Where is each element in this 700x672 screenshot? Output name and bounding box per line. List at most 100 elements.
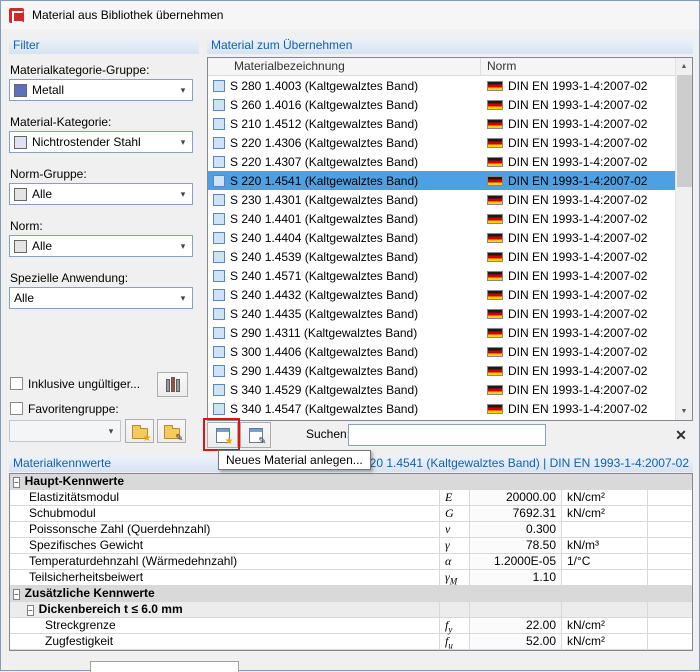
edit-material-icon: ✎ [248,427,267,446]
category-group-combobox[interactable]: Metall ▾ [9,79,193,101]
column-header-materialbezeichnung[interactable]: Materialbezeichnung [208,58,481,75]
material-row[interactable]: S 280 1.4003 (Kaltgewalztes Band) DIN EN … [208,76,675,95]
tooltip: Neues Material anlegen... [218,450,371,470]
chevron-down-icon[interactable]: ▾ [174,132,192,152]
material-name: S 220 1.4307 (Kaltgewalztes Band) [230,154,419,169]
property-value: 22.00 [470,618,562,633]
property-symbol: fu [440,634,470,650]
new-favorites-group-button[interactable]: ★ [125,419,154,443]
favorites-group-checkbox[interactable] [10,402,23,415]
material-color-icon [213,212,225,225]
material-row[interactable]: S 240 1.4404 (Kaltgewalztes Band) DIN EN … [208,228,675,247]
material-row[interactable]: S 220 1.4306 (Kaltgewalztes Band) DIN EN … [208,133,675,152]
material-name: S 210 1.4512 (Kaltgewalztes Band) [230,116,419,131]
material-row[interactable]: S 240 1.4539 (Kaltgewalztes Band) DIN EN … [208,247,675,266]
property-unit [562,570,648,585]
property-row[interactable]: Teilsicherheitsbeiwert γM 1.10 [10,570,692,586]
app-icon [9,7,24,23]
title-bar[interactable]: Material aus Bibliothek übernehmen [1,1,699,29]
germany-flag-icon [487,365,503,376]
material-row[interactable]: S 300 1.4406 (Kaltgewalztes Band) DIN EN … [208,342,675,361]
norm-combobox[interactable]: Alle ▾ [9,235,193,257]
property-row[interactable]: Temperaturdehnzahl (Wärmedehnzahl) α 1.200… [10,554,692,570]
material-norm: DIN EN 1993-1-4:2007-02 [508,173,648,188]
materials-scrollbar[interactable]: ▲ ▼ [675,58,692,420]
material-row[interactable]: S 240 1.4401 (Kaltgewalztes Band) DIN EN … [208,209,675,228]
material-color-icon [213,136,225,149]
material-row[interactable]: S 240 1.4432 (Kaltgewalztes Band) DIN EN … [208,285,675,304]
special-application-value: Alle [14,291,35,305]
property-row[interactable]: − Zusätzliche Kennwerte [10,586,692,602]
norm-group-combobox[interactable]: Alle ▾ [9,183,193,205]
material-row[interactable]: S 220 1.4541 (Kaltgewalztes Band) DIN EN … [208,171,675,190]
property-row[interactable]: − Dickenbereich t ≤ 6.0 mm [10,602,692,618]
chevron-down-icon[interactable]: ▾ [174,184,192,204]
property-row[interactable]: Elastizitätsmodul E 20000.00 kN/cm² [10,490,692,506]
invalid-materials-library-button[interactable] [157,372,188,397]
edit-material-button[interactable]: ✎ [240,422,271,448]
property-row[interactable]: − Haupt-Kennwerte [10,474,692,490]
materials-header-row: Materialbezeichnung Norm [208,58,675,76]
material-color-icon [213,250,225,263]
material-norm: DIN EN 1993-1-4:2007-02 [508,154,648,169]
material-norm: DIN EN 1993-1-4:2007-02 [508,192,648,207]
collapse-icon[interactable]: − [27,605,34,616]
property-label: Poissonsche Zahl (Querdehnzahl) [29,522,211,536]
material-norm: DIN EN 1993-1-4:2007-02 [508,135,648,150]
favorites-group-combobox[interactable]: ▾ [9,420,121,442]
material-row[interactable]: S 240 1.4435 (Kaltgewalztes Band) DIN EN … [208,304,675,323]
material-row[interactable]: S 340 1.4547 (Kaltgewalztes Band) DIN EN … [208,399,675,418]
material-row[interactable]: S 260 1.4016 (Kaltgewalztes Band) DIN EN … [208,95,675,114]
material-norm: DIN EN 1993-1-4:2007-02 [508,401,648,416]
chevron-down-icon[interactable]: ▾ [174,288,192,308]
category-combobox[interactable]: Nichtrostender Stahl ▾ [9,131,193,153]
scroll-up-button[interactable]: ▲ [676,58,692,75]
property-row[interactable]: Spezifisches Gewicht γ 78.50 kN/m³ [10,538,692,554]
property-row[interactable]: Zugfestigkeit fu 52.00 kN/cm² [10,634,692,650]
material-row[interactable]: S 220 1.4307 (Kaltgewalztes Band) DIN EN … [208,152,675,171]
category-label: Material-Kategorie: [10,115,112,129]
search-input[interactable] [348,424,546,446]
property-unit: kN/cm² [562,506,648,521]
material-row[interactable]: S 290 1.4439 (Kaltgewalztes Band) DIN EN … [208,361,675,380]
material-norm: DIN EN 1993-1-4:2007-02 [508,306,648,321]
material-row[interactable]: S 290 1.4311 (Kaltgewalztes Band) DIN EN … [208,323,675,342]
property-value: 1.10 [470,570,562,585]
collapse-icon[interactable]: − [13,589,20,600]
property-group-label: Zusätzliche Kennwerte [24,586,155,600]
material-row[interactable]: S 230 1.4301 (Kaltgewalztes Band) DIN EN … [208,190,675,209]
property-label: Zugfestigkeit [45,634,114,648]
include-invalid-checkbox[interactable] [10,377,23,390]
column-header-norm[interactable]: Norm [481,58,675,75]
property-value [470,474,562,489]
property-row[interactable]: Streckgrenze fy 22.00 kN/cm² [10,618,692,634]
property-symbol: α [440,554,470,569]
clear-search-button[interactable]: ✕ [669,423,693,447]
material-norm: DIN EN 1993-1-4:2007-02 [508,287,648,302]
material-row[interactable]: S 340 1.4529 (Kaltgewalztes Band) DIN EN … [208,380,675,399]
scroll-down-button[interactable]: ▼ [676,403,692,420]
material-row[interactable]: S 210 1.4512 (Kaltgewalztes Band) DIN EN … [208,114,675,133]
material-row[interactable]: S 240 1.4571 (Kaltgewalztes Band) DIN EN … [208,266,675,285]
category-group-label: Materialkategorie-Gruppe: [10,63,150,77]
special-application-combobox[interactable]: Alle ▾ [9,287,193,309]
property-label: Spezifisches Gewicht [29,538,144,552]
scrollbar-thumb[interactable] [677,75,692,187]
material-color-icon [213,193,225,206]
property-symbol: G [440,506,470,521]
edit-favorites-group-button[interactable]: ✎ [157,419,186,443]
property-row[interactable]: Poissonsche Zahl (Querdehnzahl) ν 0.300 [10,522,692,538]
collapse-icon[interactable]: − [13,477,20,488]
norm-value: Alle [32,239,53,253]
pencil-icon: ✎ [258,435,267,447]
property-value: 78.50 [470,538,562,553]
chevron-down-icon[interactable]: ▾ [174,80,192,100]
property-unit: kN/cm² [562,490,648,505]
property-row[interactable]: Schubmodul G 7692.31 kN/cm² [10,506,692,522]
chevron-down-icon[interactable]: ▾ [102,421,120,441]
property-unit [562,474,648,489]
material-name: S 240 1.4435 (Kaltgewalztes Band) [230,306,419,321]
chevron-down-icon[interactable]: ▾ [174,236,192,256]
include-invalid-label: Inklusive ungültiger... [28,377,141,391]
property-symbol: fy [440,618,470,634]
